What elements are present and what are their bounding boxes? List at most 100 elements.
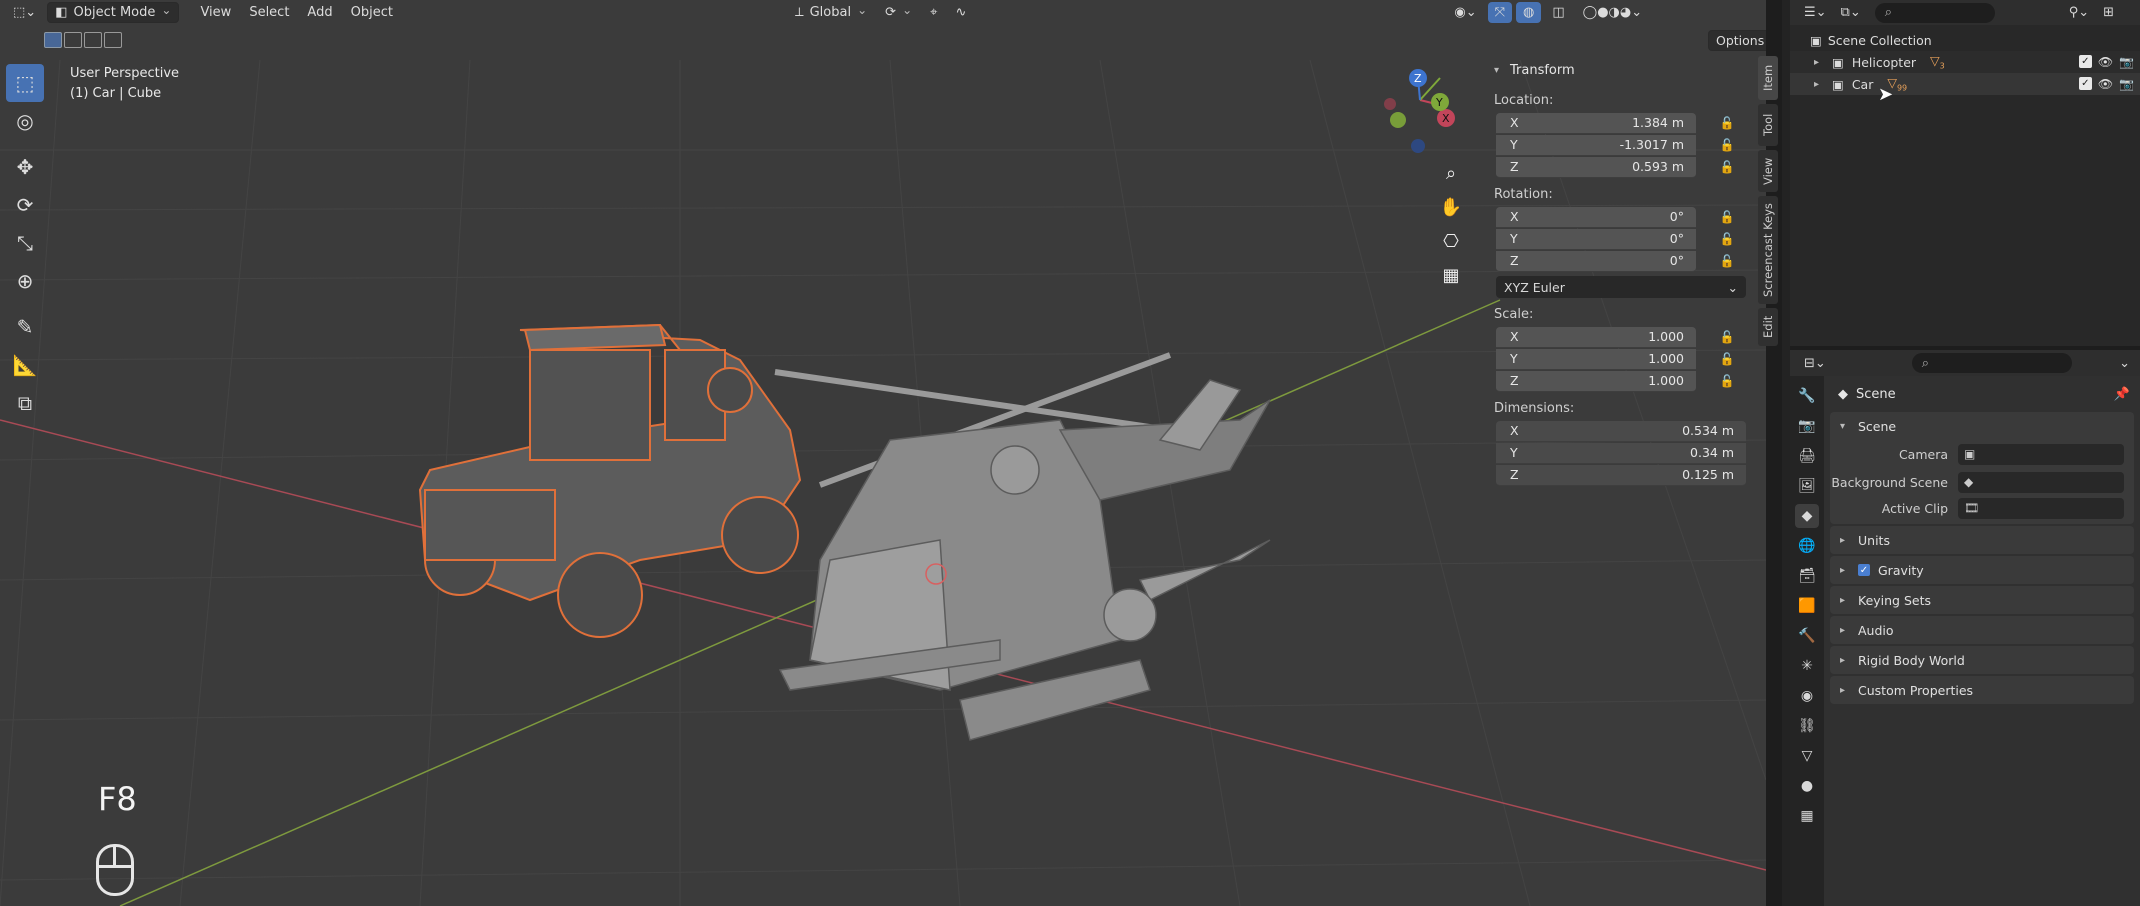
editor-type-button[interactable]: ⬚⌄ xyxy=(6,2,43,23)
units-panel[interactable]: ▸ Units xyxy=(1830,526,2134,554)
location-x-field[interactable]: X 1.384 m xyxy=(1496,112,1696,134)
options-button[interactable]: Options xyxy=(1708,30,1766,51)
collection-tab-icon[interactable]: 🗃 xyxy=(1795,564,1819,588)
menu-add[interactable]: Add xyxy=(300,2,339,23)
proportional-edit-toggle[interactable]: ∿ xyxy=(948,2,973,23)
lock-icon[interactable]: 🔓 xyxy=(1716,328,1738,346)
properties-editor-icon[interactable]: ⊟⌄ xyxy=(1804,356,1826,371)
expand-arrow-icon[interactable]: ▸ xyxy=(1840,595,1850,606)
menu-view[interactable]: View xyxy=(193,2,238,23)
zoom-icon[interactable]: ⌕ xyxy=(1436,158,1466,188)
scale-y-field[interactable]: Y 1.000 xyxy=(1496,348,1696,370)
keying-sets-panel[interactable]: ▸ Keying Sets xyxy=(1830,586,2134,614)
active-clip-field[interactable]: 🎞 xyxy=(1958,497,2124,519)
outliner-search-input[interactable]: ⌕ xyxy=(1874,2,1995,23)
tab-screencast-keys[interactable]: Screencast Keys xyxy=(1758,196,1778,304)
tab-edit[interactable]: Edit xyxy=(1758,308,1778,346)
location-y-field[interactable]: Y -1.3017 m xyxy=(1496,134,1696,156)
properties-search-input[interactable]: ⌕ xyxy=(1911,353,2072,373)
lock-icon[interactable]: 🔓 xyxy=(1716,136,1738,154)
view-layer-tab-icon[interactable]: 🖼 xyxy=(1795,474,1819,498)
transform-icon[interactable]: ⊕ xyxy=(6,262,44,300)
rotation-z-field[interactable]: Z 0° xyxy=(1496,250,1696,272)
eye-icon[interactable]: 👁 xyxy=(2098,77,2113,91)
gizmo-toggle-icon[interactable]: ⤧ xyxy=(1487,2,1513,23)
tab-item[interactable]: Item xyxy=(1758,56,1778,100)
rotation-y-field[interactable]: Y 0° xyxy=(1496,228,1696,250)
world-tab-icon[interactable]: 🌐 xyxy=(1795,534,1819,558)
camera-icon[interactable]: 📷 xyxy=(2119,55,2134,69)
scale-icon[interactable]: ⤡ xyxy=(6,224,44,262)
tab-view[interactable]: View xyxy=(1758,150,1778,192)
location-z-field[interactable]: Z 0.593 m xyxy=(1496,156,1696,178)
chevron-down-icon[interactable]: ⌄ xyxy=(2119,356,2130,371)
output-tab-icon[interactable]: 🖨 xyxy=(1795,444,1819,468)
mode-dropdown[interactable]: ◧ Object Mode xyxy=(47,2,180,23)
rotation-x-field[interactable]: X 0° xyxy=(1496,206,1696,228)
cursor-icon[interactable]: ◎ xyxy=(6,102,44,140)
snap-toggle[interactable]: ⌖ xyxy=(923,2,944,23)
dimensions-y-field[interactable]: Y 0.34 m xyxy=(1496,442,1746,464)
filter-icon[interactable]: ⚲⌄ xyxy=(2069,5,2089,20)
camera-icon[interactable]: 📷 xyxy=(2119,77,2134,91)
transform-header[interactable]: ▾ Transform xyxy=(1488,56,1754,84)
pivot-dropdown[interactable]: ⟳ xyxy=(878,2,919,23)
expand-arrow-icon[interactable]: ▸ xyxy=(1814,57,1824,68)
dimensions-x-field[interactable]: X 0.534 m xyxy=(1496,420,1746,442)
particles-tab-icon[interactable]: ✳ xyxy=(1795,654,1819,678)
annotate-icon[interactable]: ✎ xyxy=(6,308,44,346)
lock-icon[interactable]: 🔓 xyxy=(1716,158,1738,176)
lock-icon[interactable]: 🔓 xyxy=(1716,114,1738,132)
add-cube-icon[interactable]: ⧉ xyxy=(6,384,44,422)
scene-panel-header[interactable]: ▾ Scene xyxy=(1830,412,2134,440)
data-tab-icon[interactable]: ▽ xyxy=(1795,744,1819,768)
gravity-checkbox[interactable]: ✓ xyxy=(1858,564,1870,576)
overlay-toggle-icon[interactable]: ◍ xyxy=(1516,2,1542,23)
car-object[interactable] xyxy=(418,323,802,638)
menu-object[interactable]: Object xyxy=(344,2,400,23)
material-tab-icon[interactable]: ● xyxy=(1795,774,1819,798)
modifier-tab-icon[interactable]: 🔨 xyxy=(1795,624,1819,648)
3d-viewport[interactable]: X Y Z ⬚⌄ ◧Object Mode View Select Add Ob… xyxy=(0,0,1766,906)
area-divider[interactable] xyxy=(1782,0,1790,906)
lock-icon[interactable]: 🔓 xyxy=(1716,230,1738,248)
physics-tab-icon[interactable]: ◉ xyxy=(1795,684,1819,708)
scene-tab-icon[interactable]: ◆ xyxy=(1795,504,1819,528)
expand-arrow-icon[interactable]: ▸ xyxy=(1814,79,1824,90)
shading-modes[interactable]: ◯●◑◕⌄ xyxy=(1576,2,1649,23)
select-box-icon[interactable]: ⬚ xyxy=(6,64,44,102)
eye-icon[interactable]: 👁 xyxy=(2098,55,2113,69)
helicopter-object[interactable] xyxy=(774,352,1271,741)
outliner-item-helicopter[interactable]: ▸ ▣ Helicopter ▽3 ✓ 👁 📷 xyxy=(1790,51,2140,73)
scale-x-field[interactable]: X 1.000 xyxy=(1496,326,1696,348)
scene-collection-row[interactable]: ▣ Scene Collection xyxy=(1790,29,2140,51)
audio-panel[interactable]: ▸ Audio xyxy=(1830,616,2134,644)
lock-icon[interactable]: 🔓 xyxy=(1716,252,1738,270)
custom-properties-panel[interactable]: ▸ Custom Properties xyxy=(1830,676,2134,704)
exclude-checkbox[interactable]: ✓ xyxy=(2078,55,2092,68)
expand-arrow-icon[interactable]: ▸ xyxy=(1840,565,1850,576)
measure-icon[interactable]: 📐 xyxy=(6,346,44,384)
lock-icon[interactable]: 🔓 xyxy=(1716,372,1738,390)
orientation-dropdown[interactable]: ⟂ Global xyxy=(788,2,874,23)
tool-tab-icon[interactable]: 🔧 xyxy=(1795,384,1819,408)
selection-mode-buttons[interactable] xyxy=(44,32,122,48)
rotate-icon[interactable]: ⟳ xyxy=(6,186,44,224)
expand-arrow-icon[interactable]: ▸ xyxy=(1840,685,1850,696)
background-scene-field[interactable]: ◆ xyxy=(1958,471,2124,493)
gravity-panel[interactable]: ▸ ✓ Gravity xyxy=(1830,556,2134,584)
outliner-editor-icon[interactable]: ☰⌄ xyxy=(1804,5,1827,20)
object-tab-icon[interactable]: 🟧 xyxy=(1795,594,1819,618)
expand-arrow-icon[interactable]: ▸ xyxy=(1840,655,1850,666)
menu-select[interactable]: Select xyxy=(242,2,296,23)
expand-arrow-icon[interactable]: ▸ xyxy=(1840,625,1850,636)
tab-tool[interactable]: Tool xyxy=(1758,104,1778,146)
render-tab-icon[interactable]: 📷 xyxy=(1795,414,1819,438)
lock-icon[interactable]: 🔓 xyxy=(1716,208,1738,226)
grid-toggle-icon[interactable]: ▦ xyxy=(1436,260,1466,290)
pin-icon[interactable]: 📌 xyxy=(2114,387,2130,402)
camera-view-icon[interactable]: ⎔ xyxy=(1436,226,1466,256)
rotation-mode-dropdown[interactable]: XYZ Euler ⌄ xyxy=(1496,276,1746,298)
texture-tab-icon[interactable]: ▦ xyxy=(1795,804,1819,828)
navigation-gizmo[interactable]: X Y Z xyxy=(1384,69,1455,153)
